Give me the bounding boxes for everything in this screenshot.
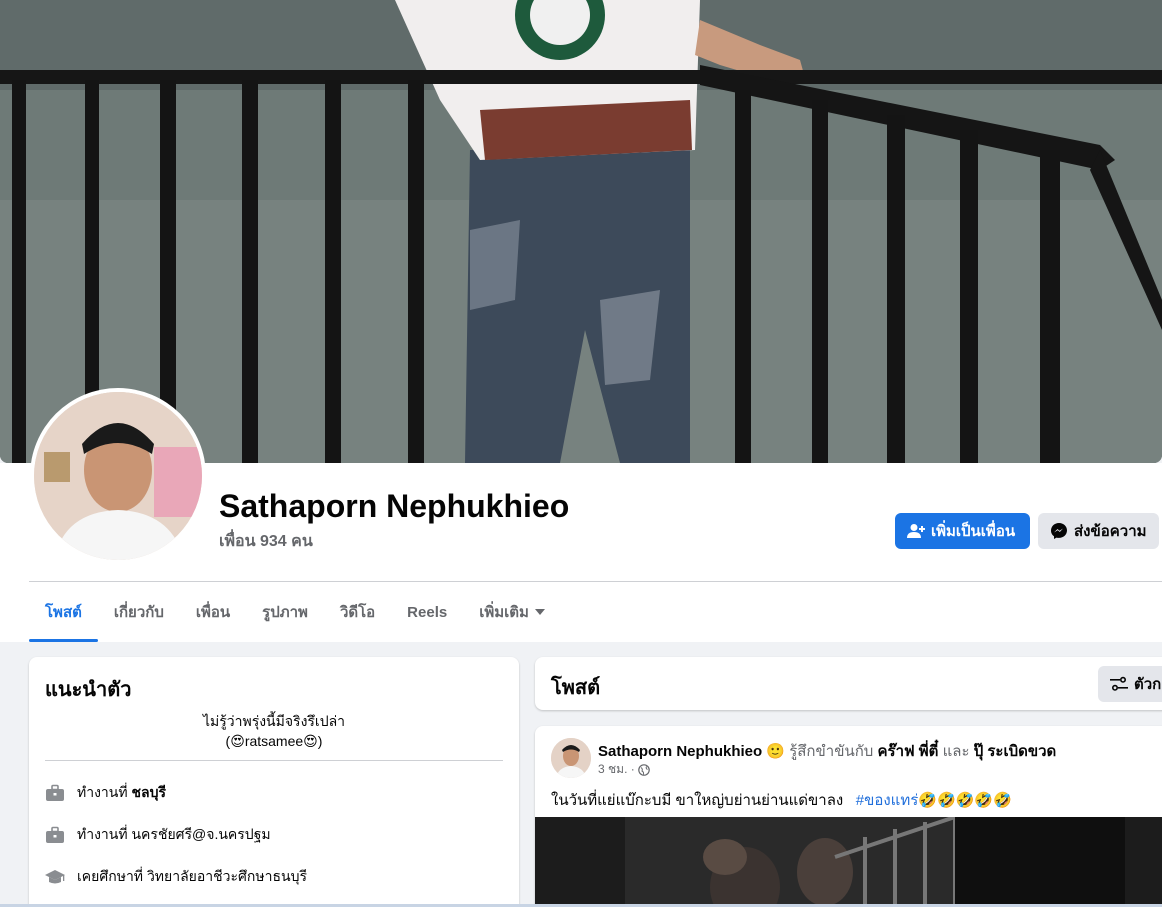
tab-friends[interactable]: เพื่อน — [180, 582, 246, 642]
bio-tagged-name: ratsamee — [244, 733, 304, 749]
filter-button[interactable]: ตัวก — [1098, 666, 1162, 702]
intro-item-text: ทำงานที่ ชลบุรี — [77, 782, 166, 804]
add-friend-button[interactable]: เพิ่มเป็นเพื่อน — [895, 513, 1030, 549]
filter-icon — [1110, 676, 1128, 691]
bio-paren-close: ) — [317, 733, 323, 749]
tab-label: เพื่อน — [195, 604, 231, 621]
profile-name: Sathaporn Nephukhieo — [219, 488, 570, 524]
message-button[interactable]: ส่งข้อความ — [1038, 513, 1159, 549]
intro-title: แนะนำตัว — [45, 679, 132, 701]
intro-item-work-2: ทำงานที่ นครชัยศรี@จ.นครปฐม — [45, 824, 271, 846]
profile-avatar[interactable] — [30, 388, 206, 564]
tab-videos[interactable]: วิดีโอ — [324, 582, 391, 642]
tab-label: โพสต์ — [45, 604, 82, 621]
intro-item-prefix: ทำงานที่ — [77, 784, 132, 800]
tab-label: เกี่ยวกับ — [113, 604, 164, 621]
bio-divider — [45, 760, 503, 761]
cover-photo[interactable] — [0, 0, 1162, 463]
tab-label: รูปภาพ — [262, 604, 308, 621]
bio-line1: ไม่รู้ว่าพรุ่งนี้มีจริงรึเปล่า — [202, 713, 346, 729]
intro-item-work-1: ทำงานที่ ชลบุรี — [45, 782, 166, 804]
post-time[interactable]: 3 ชม. · — [598, 760, 635, 779]
tab-label: Reels — [407, 603, 448, 621]
cover-illustration — [0, 0, 1162, 463]
intro-item-value[interactable]: ชลบุรี — [131, 784, 166, 800]
intro-item-education: เคยศึกษาที่ วิทยาลัยอาชีวะศึกษาธนบุรี — [45, 866, 307, 888]
posts-header-card: โพสต์ ตัวก — [535, 657, 1162, 710]
tab-about[interactable]: เกี่ยวกับ — [98, 582, 180, 642]
add-friend-label: เพิ่มเป็นเพื่อน — [931, 523, 1016, 540]
post-author-avatar[interactable] — [551, 738, 591, 778]
intro-card: แนะนำตัว ไม่รู้ว่าพรุ่งนี้มีจริงรึเปล่า … — [29, 657, 519, 907]
tab-posts[interactable]: โพสต์ — [29, 582, 98, 642]
post-image[interactable] — [535, 817, 1162, 907]
post-hashtag[interactable]: #ของแทร่ — [856, 792, 919, 809]
graduation-cap-icon — [45, 867, 65, 887]
intro-item-prefix: เคยศึกษาที่ — [77, 868, 147, 884]
filter-label: ตัวก — [1134, 676, 1162, 693]
bio-line2: (😍ratsamee😍) — [45, 731, 503, 751]
post-header-line: Sathaporn Nephukhieo 🙂 รู้สึกขำขันกับ คร… — [598, 739, 1056, 763]
tab-label: เพิ่มเติม — [479, 604, 529, 621]
heart-eyes-emoji-icon: 😍 — [303, 733, 318, 749]
tab-more[interactable]: เพิ่มเติม — [463, 582, 561, 642]
intro-item-value: นครชัยศรี@จ.นครปฐม — [131, 826, 271, 842]
post-text: ในวันที่แย่แบ๊กะบมี ขาใหญ่บย่านย่านแด่ขา… — [551, 788, 1012, 812]
posts-title: โพสต์ — [551, 677, 601, 699]
briefcase-icon — [45, 825, 65, 845]
profile-tabs: โพสต์ เกี่ยวกับ เพื่อน รูปภาพ วิดีโอ Ree… — [29, 582, 561, 642]
post-tag-2[interactable]: ปุ๊ ระเบิดขวด — [974, 743, 1057, 760]
avatar-image — [34, 392, 202, 560]
post-card: Sathaporn Nephukhieo 🙂 รู้สึกขำขันกับ คร… — [535, 726, 1162, 907]
smile-emoji-icon: 🙂 — [766, 743, 786, 760]
friend-count[interactable]: เพื่อน 934 คน — [219, 529, 313, 554]
add-friend-icon — [907, 524, 925, 538]
rofl-emoji-icon: 🤣🤣🤣🤣🤣 — [918, 792, 1012, 809]
intro-item-value: วิทยาลัยอาชีวะศึกษาธนบุรี — [146, 868, 308, 884]
intro-item-prefix: ทำงานที่ — [77, 826, 132, 842]
post-body: ในวันที่แย่แบ๊กะบมี ขาใหญ่บย่านย่านแด่ขา… — [551, 792, 844, 809]
post-author-name[interactable]: Sathaporn Nephukhieo — [598, 743, 762, 760]
intro-item-text: เคยศึกษาที่ วิทยาลัยอาชีวะศึกษาธนบุรี — [77, 866, 307, 888]
post-photo — [535, 817, 1162, 907]
message-label: ส่งข้อความ — [1074, 523, 1147, 540]
chevron-down-icon — [534, 609, 545, 615]
post-meta: 3 ชม. · — [598, 760, 650, 779]
messenger-icon — [1051, 523, 1067, 539]
post-feeling: รู้สึกขำขันกับ — [789, 743, 874, 760]
tab-label: วิดีโอ — [339, 604, 376, 621]
post-and: และ — [942, 743, 970, 760]
intro-item-text: ทำงานที่ นครชัยศรี@จ.นครปฐม — [77, 824, 271, 846]
globe-icon — [637, 763, 650, 776]
bio-text: ไม่รู้ว่าพรุ่งนี้มีจริงรึเปล่า (😍ratsame… — [45, 711, 503, 751]
heart-eyes-emoji-icon: 😍 — [230, 733, 245, 749]
briefcase-icon — [45, 783, 65, 803]
tab-reels[interactable]: Reels — [391, 582, 463, 642]
post-tag-1[interactable]: คร๊าฟ พี่ตี๋ — [877, 743, 938, 760]
tab-photos[interactable]: รูปภาพ — [246, 582, 324, 642]
post-avatar-image — [551, 738, 591, 778]
